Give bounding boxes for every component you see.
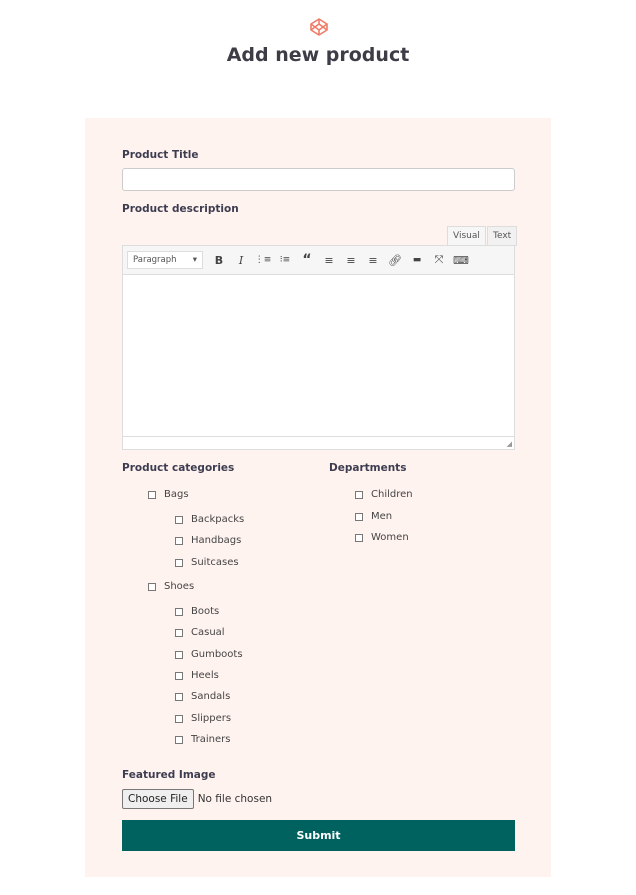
editor-statusbar: ◢ (123, 436, 514, 449)
checkbox-label: Children (371, 489, 413, 500)
bold-icon[interactable]: B (208, 254, 230, 267)
category-casual[interactable]: Casual (175, 627, 225, 638)
checkbox-label: Bags (164, 489, 189, 500)
product-title-input[interactable] (122, 168, 515, 191)
category-heels[interactable]: Heels (175, 670, 219, 681)
checkbox[interactable] (148, 582, 156, 591)
checkbox[interactable] (175, 650, 183, 659)
tab-text[interactable]: Text (487, 226, 518, 246)
codepen-logo-icon (310, 18, 328, 36)
checkbox[interactable] (175, 714, 183, 723)
checkbox-label: Casual (191, 627, 225, 638)
editor-toolbar: Paragraph ▾ B I ⋮≡ ⁝≡ “ ≡ ≡ ≡ 🔗︎ ▬ ⤧ ⌨ (123, 246, 514, 275)
checkbox[interactable] (175, 671, 183, 680)
align-left-icon[interactable]: ≡ (318, 254, 340, 267)
checkbox-label: Handbags (191, 535, 242, 546)
blockquote-icon[interactable]: “ (296, 252, 318, 268)
checkbox-label: Trainers (191, 734, 231, 745)
category-handbags[interactable]: Handbags (175, 535, 241, 546)
dropdown-arrow-icon: ▾ (192, 255, 197, 265)
checkbox[interactable] (175, 735, 183, 744)
align-center-icon[interactable]: ≡ (340, 254, 362, 267)
checkbox[interactable] (175, 607, 183, 616)
category-suitcases[interactable]: Suitcases (175, 557, 239, 568)
checkbox-label: Gumboots (191, 649, 243, 660)
bullet-list-icon[interactable]: ⋮≡ (252, 255, 274, 265)
featured-image-label: Featured Image (122, 769, 216, 781)
read-more-icon[interactable]: ▬ (406, 255, 428, 265)
page-title: Add new product (226, 44, 410, 66)
product-form: Product Title Product description Visual… (85, 118, 551, 877)
numbered-list-icon[interactable]: ⁝≡ (274, 255, 296, 265)
checkbox-label: Women (371, 532, 409, 543)
department-women[interactable]: Women (355, 532, 409, 543)
department-men[interactable]: Men (355, 511, 392, 522)
resize-handle-icon[interactable]: ◢ (507, 440, 512, 448)
checkbox[interactable] (175, 515, 183, 524)
product-title-label: Product Title (122, 149, 199, 161)
link-icon[interactable]: 🔗︎ (384, 254, 406, 267)
departments-label: Departments (329, 462, 407, 474)
checkbox-label: Heels (191, 670, 219, 681)
format-select[interactable]: Paragraph ▾ (127, 251, 203, 269)
category-boots[interactable]: Boots (175, 606, 219, 617)
italic-icon[interactable]: I (230, 254, 252, 267)
checkbox-label: Men (371, 511, 393, 522)
format-value: Paragraph (133, 255, 177, 265)
choose-file-button[interactable]: Choose File (122, 789, 194, 809)
tab-visual[interactable]: Visual (447, 226, 486, 246)
file-status: No file chosen (197, 793, 273, 805)
category-gumboots[interactable]: Gumboots (175, 649, 243, 660)
checkbox[interactable] (175, 558, 183, 567)
checkbox-label: Backpacks (191, 514, 245, 525)
submit-button[interactable]: Submit (122, 820, 515, 851)
product-description-label: Product description (122, 203, 239, 215)
description-editor[interactable]: Paragraph ▾ B I ⋮≡ ⁝≡ “ ≡ ≡ ≡ 🔗︎ ▬ ⤧ ⌨ ◢ (122, 245, 515, 450)
categories-label: Product categories (122, 462, 235, 474)
department-children[interactable]: Children (355, 489, 413, 500)
checkbox-label: Sandals (191, 691, 231, 702)
checkbox[interactable] (355, 490, 363, 499)
checkbox[interactable] (175, 692, 183, 701)
checkbox-label: Slippers (191, 713, 232, 724)
category-shoes[interactable]: Shoes (148, 581, 194, 592)
toolbar-toggle-icon[interactable]: ⌨ (450, 254, 472, 267)
category-sandals[interactable]: Sandals (175, 691, 230, 702)
checkbox[interactable] (175, 628, 183, 637)
checkbox-label: Boots (191, 606, 220, 617)
category-backpacks[interactable]: Backpacks (175, 514, 244, 525)
align-right-icon[interactable]: ≡ (362, 254, 384, 267)
checkbox-label: Suitcases (191, 557, 239, 568)
category-trainers[interactable]: Trainers (175, 734, 230, 745)
featured-image-input: Choose File No file chosen (122, 789, 272, 809)
category-bags[interactable]: Bags (148, 489, 189, 500)
checkbox[interactable] (148, 490, 156, 499)
fullscreen-icon[interactable]: ⤧ (428, 253, 450, 267)
checkbox[interactable] (355, 512, 363, 521)
category-slippers[interactable]: Slippers (175, 713, 231, 724)
checkbox[interactable] (175, 536, 183, 545)
checkbox-label: Shoes (164, 581, 195, 592)
checkbox[interactable] (355, 533, 363, 542)
